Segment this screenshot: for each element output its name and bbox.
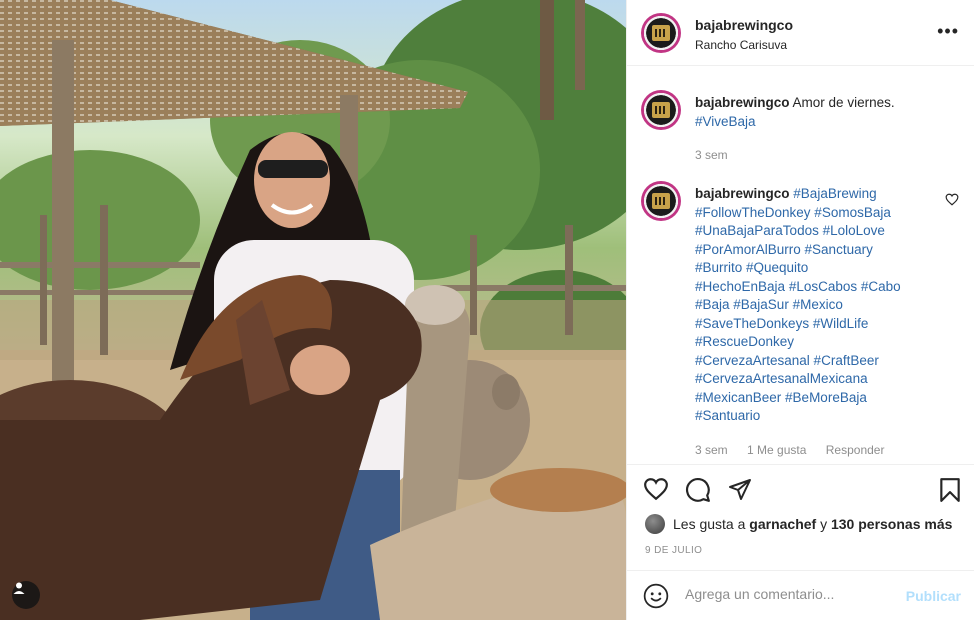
comment-hashtags-line[interactable]: #CervezaArtesanal #CraftBeer xyxy=(695,353,879,368)
comment-hashtags-line[interactable]: #MexicanBeer #BeMoreBaja xyxy=(695,390,867,405)
caption-text: Amor de viernes. xyxy=(792,95,895,110)
caption-meta: 3 sem xyxy=(695,148,744,162)
add-comment-bar: Publicar xyxy=(627,570,974,620)
comment-time[interactable]: 3 sem xyxy=(695,443,728,457)
post-photo[interactable] xyxy=(0,0,626,620)
comment-hashtags-line[interactable]: #Burrito #Quequito xyxy=(695,260,808,275)
likes-count[interactable]: 130 personas más xyxy=(831,516,952,532)
comment-hashtags-line[interactable]: #Santuario xyxy=(695,408,760,423)
like-comment-heart-icon[interactable] xyxy=(945,193,959,206)
comment-hashtags-line[interactable]: #Baja #BajaSur #Mexico xyxy=(695,297,843,312)
comment-hashtags-line[interactable]: #BajaBrewing xyxy=(793,186,876,201)
comment-hashtags-line[interactable]: #CervezaArtesanalMexicana xyxy=(695,371,868,386)
comment-username[interactable]: bajabrewingco xyxy=(695,186,790,201)
caption-hashtag[interactable]: #ViveBaja xyxy=(695,114,756,129)
post-side-panel: bajabrewingco Rancho Carisuva ••• bajabr… xyxy=(626,0,974,620)
tagged-users-button[interactable] xyxy=(12,581,40,609)
post-date[interactable]: 9 DE JULIO xyxy=(645,545,702,556)
comment-bubble-icon[interactable] xyxy=(685,477,711,503)
like-heart-icon[interactable] xyxy=(643,477,669,501)
comment-meta: 3 sem 1 Me gusta Responder xyxy=(695,443,900,457)
caption-avatar[interactable] xyxy=(641,90,681,130)
comment-hashtags-line[interactable]: #HechoEnBaja #LosCabos #Cabo xyxy=(695,279,901,294)
caption-username[interactable]: bajabrewingco xyxy=(695,95,790,110)
liker-avatar[interactable] xyxy=(645,514,665,534)
comment-hashtags-line[interactable]: #SaveTheDonkeys #WildLife xyxy=(695,316,868,331)
save-bookmark-icon[interactable] xyxy=(939,477,961,503)
comment-body: bajabrewingco #BajaBrewing #FollowTheDonk… xyxy=(695,185,925,426)
comment-avatar[interactable] xyxy=(641,181,681,221)
header-location[interactable]: Rancho Carisuva xyxy=(695,38,787,52)
likes-middle: y xyxy=(820,516,828,532)
emoji-icon[interactable] xyxy=(643,583,669,609)
caption-body: bajabrewingco Amor de viernes. #ViveBaja xyxy=(695,94,925,131)
add-comment-input[interactable] xyxy=(685,586,895,602)
photo-illustration xyxy=(0,0,626,620)
caption-time[interactable]: 3 sem xyxy=(695,148,728,162)
user-icon xyxy=(13,582,25,594)
comment-hashtags-line[interactable]: #UnaBajaParaTodos #LoloLove xyxy=(695,223,885,238)
liker-username[interactable]: garnachef xyxy=(749,516,816,532)
comment-hashtags-line[interactable]: #PorAmorAlBurro #Sanctuary xyxy=(695,242,873,257)
likes-prefix: Les gusta a xyxy=(673,516,746,532)
reply-button[interactable]: Responder xyxy=(826,443,885,457)
comments-section: bajabrewingco Amor de viernes. #ViveBaja… xyxy=(627,66,974,464)
post-actions: Les gusta a garnachef y 130 personas más… xyxy=(627,464,974,564)
share-send-icon[interactable] xyxy=(727,477,753,501)
post-header: bajabrewingco Rancho Carisuva ••• xyxy=(627,0,974,66)
header-username[interactable]: bajabrewingco xyxy=(695,17,793,33)
avatar[interactable] xyxy=(641,13,681,53)
more-horizontal-icon[interactable]: ••• xyxy=(937,22,959,40)
comment-likes[interactable]: 1 Me gusta xyxy=(747,443,806,457)
comment-hashtags-line[interactable]: #RescueDonkey xyxy=(695,334,794,349)
likes-summary: Les gusta a garnachef y 130 personas más xyxy=(645,514,952,534)
publish-button[interactable]: Publicar xyxy=(906,588,961,604)
comment-hashtags-line[interactable]: #FollowTheDonkey #SomosBaja xyxy=(695,205,891,220)
